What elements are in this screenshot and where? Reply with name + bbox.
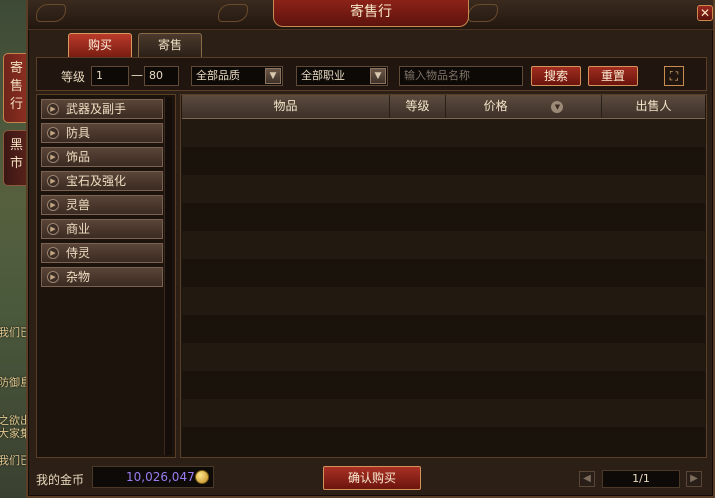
category-label: 商业 xyxy=(66,222,91,236)
category-label: 灵兽 xyxy=(66,198,91,212)
category-accessories[interactable]: ▶ 饰品 xyxy=(41,147,163,167)
expand-toggle-icon[interactable]: ⛶ xyxy=(664,66,684,86)
sort-icon[interactable]: ▼ xyxy=(551,100,564,113)
confirm-purchase-button[interactable]: 确认购买 xyxy=(323,466,421,490)
level-range-separator: — xyxy=(131,68,143,82)
item-name-search-input[interactable]: 输入物品名称 xyxy=(399,66,523,86)
column-header-item[interactable]: 物品 xyxy=(182,95,390,118)
tab-buy[interactable]: 购买 xyxy=(68,33,132,57)
table-row xyxy=(182,259,705,287)
filter-bar: 等级 1 — 80 全部品质 ▼ 全部职业 ▼ 输入物品名称 搜索 重置 ⛶ xyxy=(36,57,707,91)
close-button[interactable]: ✕ xyxy=(697,5,713,21)
profession-select-value: 全部职业 xyxy=(301,69,345,82)
arrow-right-icon: ▶ xyxy=(47,223,59,235)
table-row xyxy=(182,203,705,231)
category-pets[interactable]: ▶ 灵兽 xyxy=(41,195,163,215)
title-bar: 寄售行 ✕ xyxy=(28,0,713,30)
column-header-price-label: 价格 xyxy=(483,99,508,113)
arrow-right-icon: ▶ xyxy=(47,151,59,163)
gold-value: 10,026,047 xyxy=(126,470,195,484)
arrow-right-icon: ▶ xyxy=(47,247,59,259)
category-label: 侍灵 xyxy=(66,246,91,260)
category-label: 饰品 xyxy=(66,150,91,164)
arrow-right-icon: ▶ xyxy=(47,127,59,139)
table-row xyxy=(182,175,705,203)
quality-select-value: 全部品质 xyxy=(196,69,240,82)
corner-ornament-icon xyxy=(218,4,248,22)
table-row xyxy=(182,427,705,457)
corner-ornament-icon xyxy=(468,4,498,22)
category-label: 宝石及强化 xyxy=(66,174,127,188)
level-label: 等级 xyxy=(61,70,86,84)
category-weapons[interactable]: ▶ 武器及副手 xyxy=(41,99,163,119)
category-label: 杂物 xyxy=(66,270,91,284)
table-row xyxy=(182,287,705,315)
category-armor[interactable]: ▶ 防具 xyxy=(41,123,163,143)
level-min-input[interactable]: 1 xyxy=(91,66,129,86)
table-row xyxy=(182,147,705,175)
category-label: 武器及副手 xyxy=(66,102,127,116)
column-header-price[interactable]: 价格 ▼ xyxy=(446,95,602,118)
gold-coin-icon xyxy=(195,470,209,484)
tab-sell[interactable]: 寄售 xyxy=(138,33,202,57)
category-label: 防具 xyxy=(66,126,91,140)
reset-button[interactable]: 重置 xyxy=(588,66,638,86)
page-indicator: 1/1 xyxy=(602,470,680,488)
window-title: 寄售行 xyxy=(273,0,469,27)
category-spirits[interactable]: ▶ 侍灵 xyxy=(41,243,163,263)
table-row xyxy=(182,371,705,399)
category-commerce[interactable]: ▶ 商业 xyxy=(41,219,163,239)
category-gems[interactable]: ▶ 宝石及强化 xyxy=(41,171,163,191)
column-header-seller[interactable]: 出售人 xyxy=(602,95,705,118)
column-header-level[interactable]: 等级 xyxy=(390,95,446,118)
table-row xyxy=(182,231,705,259)
next-page-button[interactable]: ▶ xyxy=(686,471,702,487)
table-header: 物品 等级 价格 ▼ 出售人 xyxy=(182,95,705,119)
table-row xyxy=(182,399,705,427)
profession-select[interactable]: 全部职业 ▼ xyxy=(296,66,388,86)
table-row xyxy=(182,315,705,343)
arrow-right-icon: ▶ xyxy=(47,175,59,187)
quality-select[interactable]: 全部品质 ▼ xyxy=(191,66,283,86)
table-row xyxy=(182,343,705,371)
auction-window: 寄售行 ✕ 购买 寄售 等级 1 — 80 全部品质 ▼ 全部职业 ▼ 输入物品… xyxy=(26,0,715,498)
gold-balance: 10,026,047 xyxy=(92,466,214,488)
category-scrollbar[interactable] xyxy=(164,97,172,455)
listing-table: 物品 等级 价格 ▼ 出售人 xyxy=(180,94,707,458)
arrow-right-icon: ▶ xyxy=(47,103,59,115)
arrow-right-icon: ▶ xyxy=(47,271,59,283)
chevron-down-icon: ▼ xyxy=(370,68,386,84)
arrow-right-icon: ▶ xyxy=(47,199,59,211)
table-row xyxy=(182,119,705,147)
category-panel: ▶ 武器及副手 ▶ 防具 ▶ 饰品 ▶ 宝石及强化 ▶ 灵兽 ▶ 商业 ▶ 侍灵… xyxy=(36,94,176,458)
gold-label: 我的金币 xyxy=(36,473,85,487)
level-max-input[interactable]: 80 xyxy=(144,66,179,86)
prev-page-button[interactable]: ◀ xyxy=(579,471,595,487)
chevron-down-icon: ▼ xyxy=(265,68,281,84)
search-button[interactable]: 搜索 xyxy=(531,66,581,86)
corner-ornament-icon xyxy=(36,4,66,22)
category-misc[interactable]: ▶ 杂物 xyxy=(41,267,163,287)
